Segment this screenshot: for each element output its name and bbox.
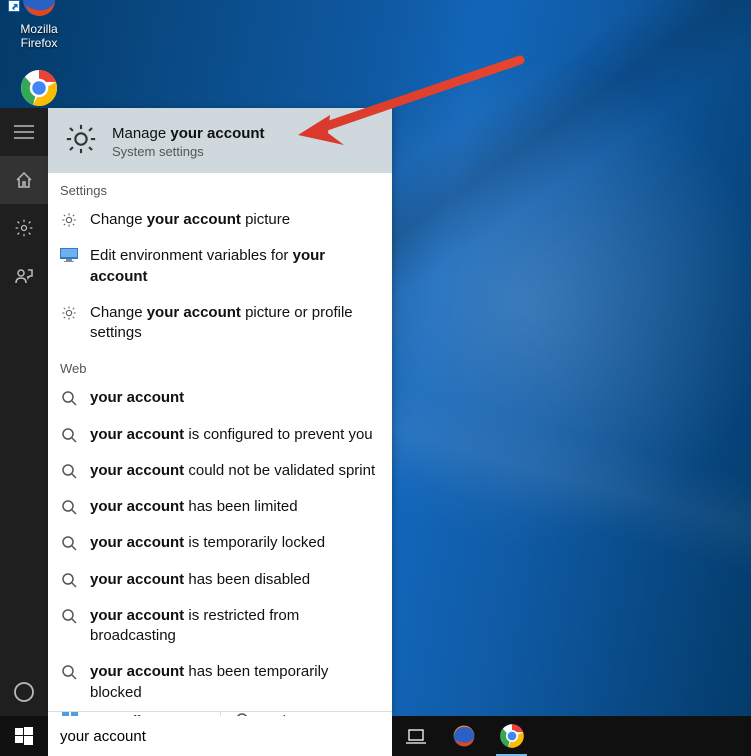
web-result[interactable]: your account is temporarily locked bbox=[48, 525, 392, 561]
search-icon bbox=[60, 608, 78, 624]
rail-menu-button[interactable] bbox=[0, 108, 48, 156]
group-label-settings: Settings bbox=[48, 173, 392, 202]
start-button[interactable] bbox=[0, 716, 48, 756]
best-match-result[interactable]: Manage your account System settings bbox=[48, 108, 392, 173]
best-match-title: Manage your account bbox=[112, 125, 265, 142]
result-text: your account is temporarily locked bbox=[90, 533, 380, 553]
result-text: your account could not be validated spri… bbox=[90, 461, 380, 481]
result-text: your account has been disabled bbox=[90, 570, 380, 590]
result-text: your account is restricted from broadcas… bbox=[90, 606, 380, 647]
result-text: your account has been temporarily blocke… bbox=[90, 662, 380, 703]
result-text: Change your account picture bbox=[90, 210, 380, 230]
settings-result[interactable]: Change your account picture or profile s… bbox=[48, 295, 392, 352]
rail-feedback-button[interactable] bbox=[0, 252, 48, 300]
shortcut-badge-icon bbox=[8, 0, 20, 12]
settings-result[interactable]: Change your account picture bbox=[48, 202, 392, 238]
search-icon bbox=[60, 664, 78, 680]
rail-settings-button[interactable] bbox=[0, 204, 48, 252]
result-text: your account bbox=[90, 388, 380, 408]
result-text: Edit environment variables for your acco… bbox=[90, 246, 380, 287]
search-icon bbox=[60, 390, 78, 406]
group-label-web: Web bbox=[48, 351, 392, 380]
web-result[interactable]: your account has been limited bbox=[48, 489, 392, 525]
settings-result[interactable]: Edit environment variables for your acco… bbox=[48, 238, 392, 295]
monitor-icon bbox=[60, 248, 78, 262]
taskbar-search-input[interactable] bbox=[60, 728, 380, 745]
best-match-subtitle: System settings bbox=[112, 144, 265, 159]
desktop-icon-label: Mozilla Firefox bbox=[20, 22, 57, 50]
taskbar bbox=[0, 716, 751, 756]
web-result[interactable]: your account could not be validated spri… bbox=[48, 453, 392, 489]
search-icon bbox=[60, 535, 78, 551]
taskbar-app-firefox[interactable] bbox=[440, 716, 488, 756]
taskbar-search-box[interactable] bbox=[48, 716, 392, 756]
search-icon bbox=[60, 463, 78, 479]
chrome-icon bbox=[19, 68, 59, 108]
taskbar-app-chrome[interactable] bbox=[488, 716, 536, 756]
web-result[interactable]: your account is configured to prevent yo… bbox=[48, 417, 392, 453]
web-result[interactable]: your account is restricted from broadcas… bbox=[48, 598, 392, 655]
rail-home-button[interactable] bbox=[0, 156, 48, 204]
web-result[interactable]: your account has been disabled bbox=[48, 562, 392, 598]
task-view-button[interactable] bbox=[392, 716, 440, 756]
result-text: your account has been limited bbox=[90, 497, 380, 517]
web-result[interactable]: your account bbox=[48, 380, 392, 416]
result-text: your account is configured to prevent yo… bbox=[90, 425, 380, 445]
search-icon bbox=[60, 572, 78, 588]
gear-icon bbox=[64, 122, 98, 161]
search-icon bbox=[60, 427, 78, 443]
web-result[interactable]: your account has been temporarily blocke… bbox=[48, 654, 392, 711]
desktop-icon-chrome[interactable] bbox=[2, 68, 76, 110]
search-icon bbox=[60, 499, 78, 515]
search-sidebar bbox=[0, 108, 48, 716]
gear-icon bbox=[60, 305, 78, 321]
firefox-icon bbox=[19, 0, 59, 20]
result-text: Change your account picture or profile s… bbox=[90, 303, 380, 344]
rail-cortana-button[interactable] bbox=[0, 668, 48, 716]
desktop-icon-firefox[interactable]: Mozilla Firefox bbox=[2, 0, 76, 50]
gear-icon bbox=[60, 212, 78, 228]
search-results-panel: Manage your account System settings Sett… bbox=[48, 108, 392, 716]
